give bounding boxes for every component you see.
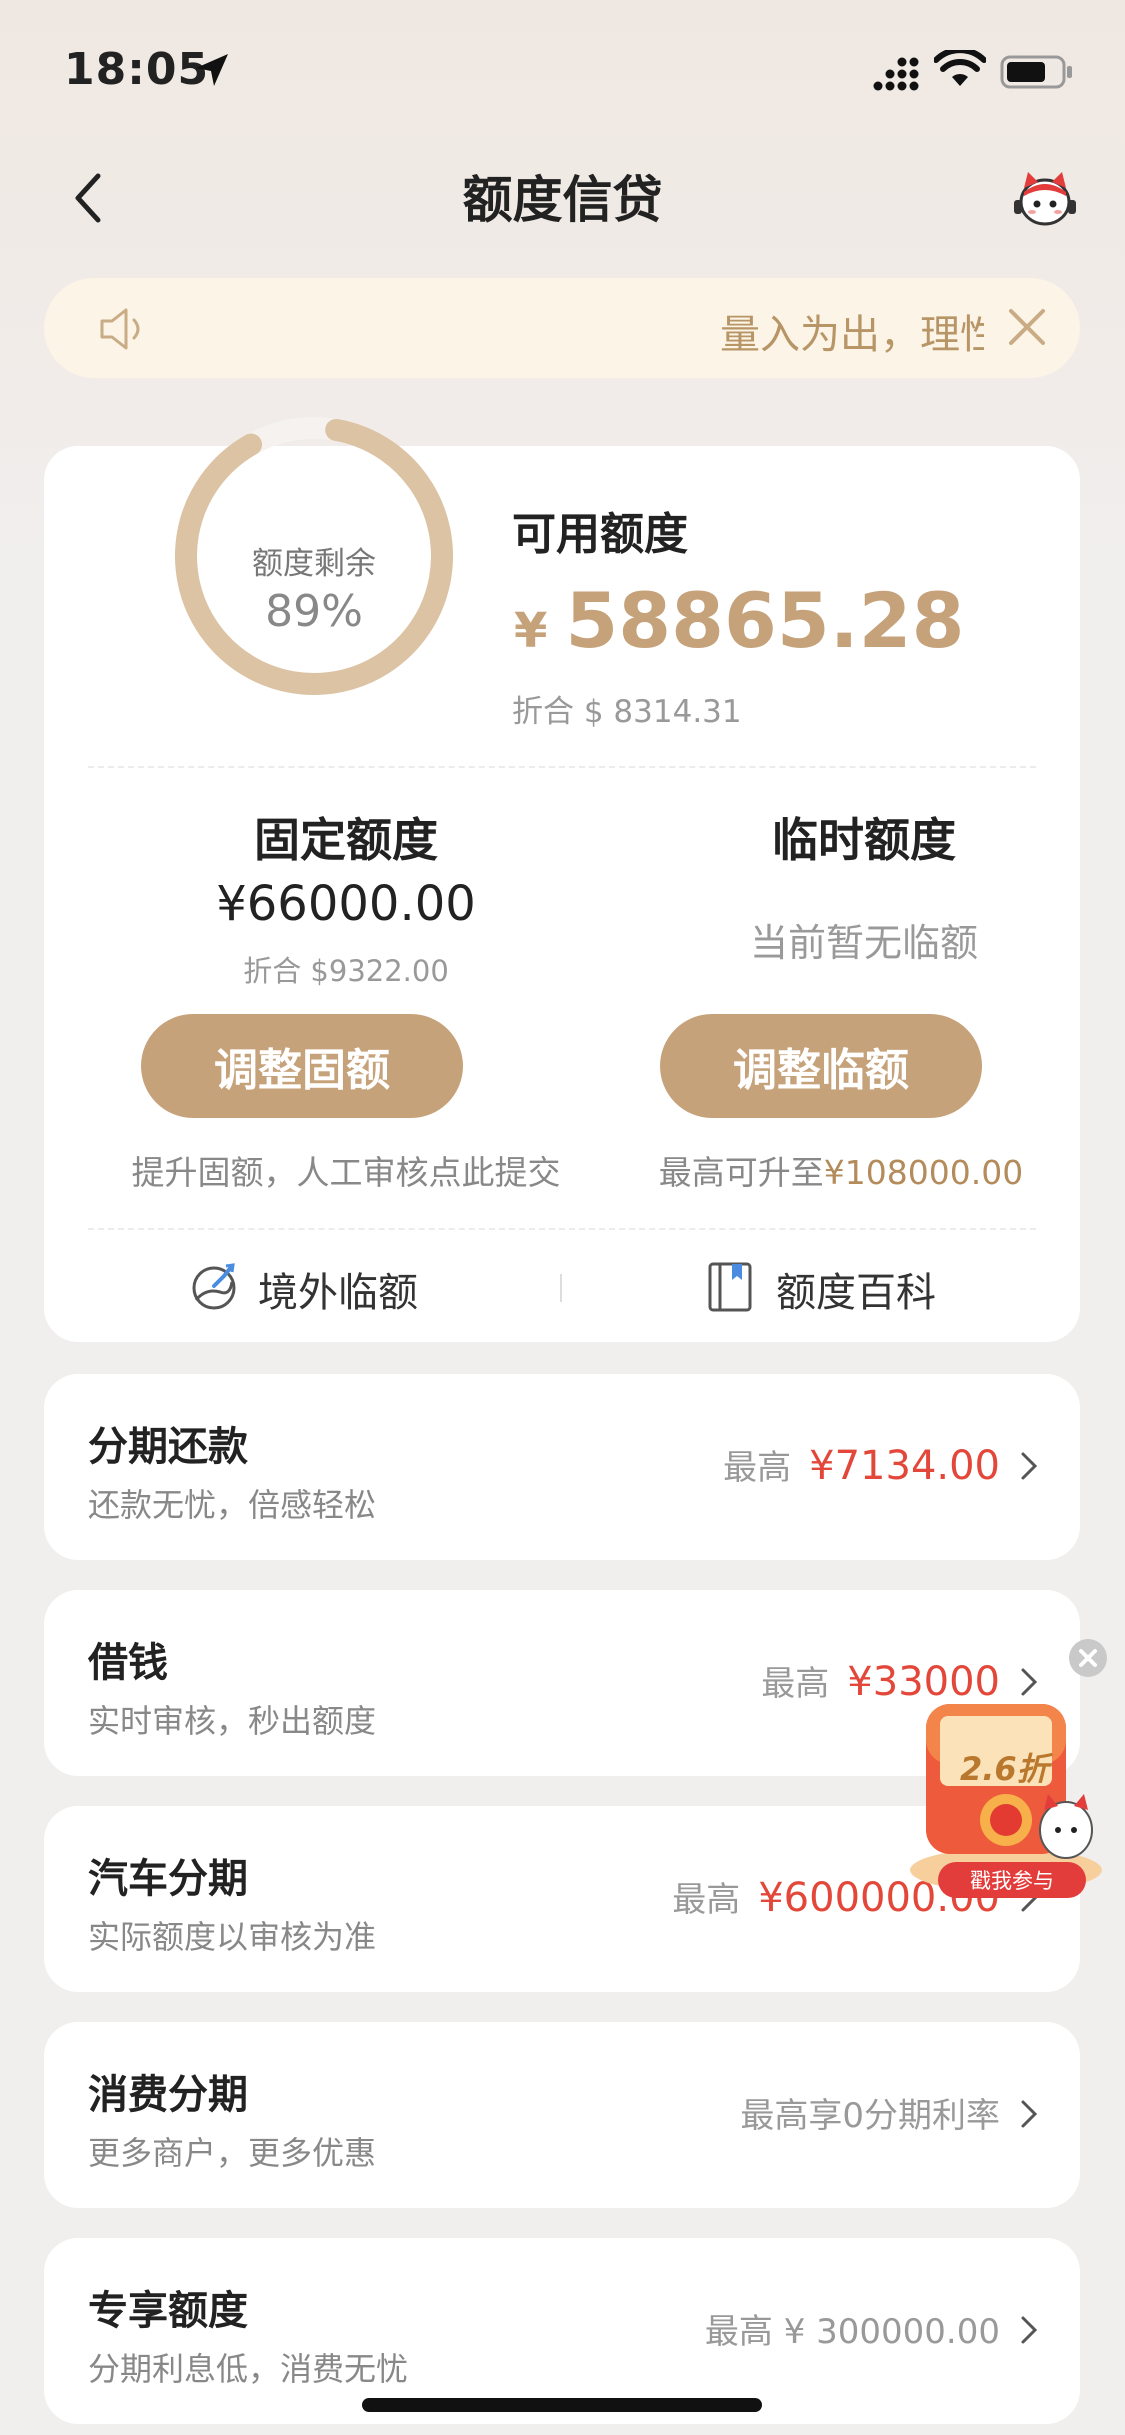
- notice-text: 量入为出，理性消费: [720, 312, 984, 358]
- limit-value: ¥7134.00: [809, 1443, 1000, 1489]
- promo-join-button[interactable]: 戳我参与: [938, 1862, 1086, 1898]
- limit-prefix: 最高: [723, 1448, 792, 1488]
- credit-wiki-link[interactable]: 额度百科: [776, 1260, 936, 1318]
- status-time: 18:05: [64, 44, 210, 95]
- mascot-avatar-icon[interactable]: [1010, 166, 1080, 230]
- credit-limit-card: 额度剩余 89% 可用额度 ¥58865.28 折合 $ 8314.31 固定额…: [44, 417, 1080, 1342]
- wifi-icon: [934, 50, 986, 86]
- limit-value: 最高享0分期利率: [740, 2096, 1000, 2136]
- chevron-right-icon: [1021, 1452, 1038, 1480]
- list-item-title: 分期还款: [88, 1424, 248, 1470]
- available-value: 58865.28: [565, 576, 965, 665]
- notice-bar[interactable]: 量入为出，理性消费: [44, 278, 1080, 378]
- currency-symbol: ¥: [514, 603, 548, 659]
- limit-value: 最高 ¥ 300000.00: [704, 2312, 1000, 2352]
- list-item-subtitle: 还款无忧，倍感轻松: [88, 1486, 377, 1524]
- available-converted: 折合 $ 8314.31: [512, 694, 742, 730]
- ring-label: 额度剩余: [252, 546, 376, 582]
- overseas-icon: [192, 1263, 236, 1310]
- list-item-subtitle: 实时审核，秒出额度: [88, 1702, 377, 1740]
- location-arrow-icon: [196, 54, 228, 86]
- temp-limit-status: 当前暂无临额: [749, 921, 978, 965]
- book-icon: [708, 1262, 752, 1312]
- temp-limit-hint: 最高可升至¥108000.00: [602, 1146, 1080, 1194]
- fixed-limit-hint[interactable]: 提升固额，人工审核点此提交: [44, 1146, 648, 1194]
- fixed-limit-title: 固定额度: [254, 813, 438, 867]
- temp-limit-title: 临时额度: [772, 813, 956, 867]
- limit-prefix: 最高: [672, 1880, 741, 1920]
- adjust-fixed-button[interactable]: 调整固额: [141, 1014, 463, 1118]
- temp-hint-prefix: 最高可升至: [658, 1153, 824, 1192]
- list-item-title: 借钱: [88, 1640, 168, 1686]
- signal-icon: [873, 57, 919, 91]
- available-amount: ¥58865.28: [514, 576, 964, 665]
- available-label: 可用额度: [512, 509, 688, 560]
- chevron-right-icon: [1021, 2100, 1038, 2128]
- chevron-right-icon: [1021, 2316, 1038, 2344]
- temp-hint-value: ¥108000.00: [823, 1153, 1024, 1192]
- divider: [88, 766, 1036, 768]
- speaker-icon: [100, 308, 140, 350]
- list-item-subtitle: 分期利息低，消费无忧: [88, 2350, 409, 2388]
- fixed-limit-converted: 折合 $9322.00: [243, 954, 449, 988]
- adjust-temp-button[interactable]: 调整临额: [660, 1014, 982, 1118]
- fixed-limit-amount: ¥66000.00: [216, 876, 476, 932]
- battery-icon: [1000, 55, 1072, 89]
- list-item-title: 专享额度: [88, 2288, 248, 2334]
- separator: [560, 1274, 562, 1302]
- list-item-installment-repay[interactable]: 分期还款 还款无忧，倍感轻松 最高 ¥7134.00: [44, 1374, 1080, 1560]
- divider: [88, 1228, 1036, 1230]
- list-item-exclusive-limit[interactable]: 专享额度 分期利息低，消费无忧 最高 ¥ 300000.00: [44, 2238, 1080, 2424]
- list-item-limit: 最高 ¥7134.00: [723, 1440, 1000, 1489]
- home-indicator[interactable]: [362, 2398, 762, 2412]
- close-icon[interactable]: [1006, 306, 1048, 348]
- list-item-subtitle: 更多商户，更多优惠: [88, 2134, 377, 2172]
- ring-percent: 89%: [265, 586, 363, 637]
- overseas-limit-link[interactable]: 境外临额: [258, 1260, 418, 1318]
- list-item-consumer-installment[interactable]: 消费分期 更多商户，更多优惠 最高享0分期利率: [44, 2022, 1080, 2208]
- list-item-title: 汽车分期: [88, 1856, 248, 1902]
- promo-close-icon[interactable]: [1068, 1638, 1108, 1678]
- list-item-limit: 最高享0分期利率: [740, 2088, 1000, 2137]
- limit-prefix: 最高: [761, 1664, 830, 1704]
- list-item-subtitle: 实际额度以审核为准: [88, 1918, 377, 1956]
- page-title: 额度信贷: [462, 171, 663, 229]
- list-item-limit: 最高 ¥ 300000.00: [705, 2304, 1000, 2353]
- list-item-title: 消费分期: [88, 2072, 248, 2118]
- promo-discount: 2.6折: [960, 1750, 1049, 1788]
